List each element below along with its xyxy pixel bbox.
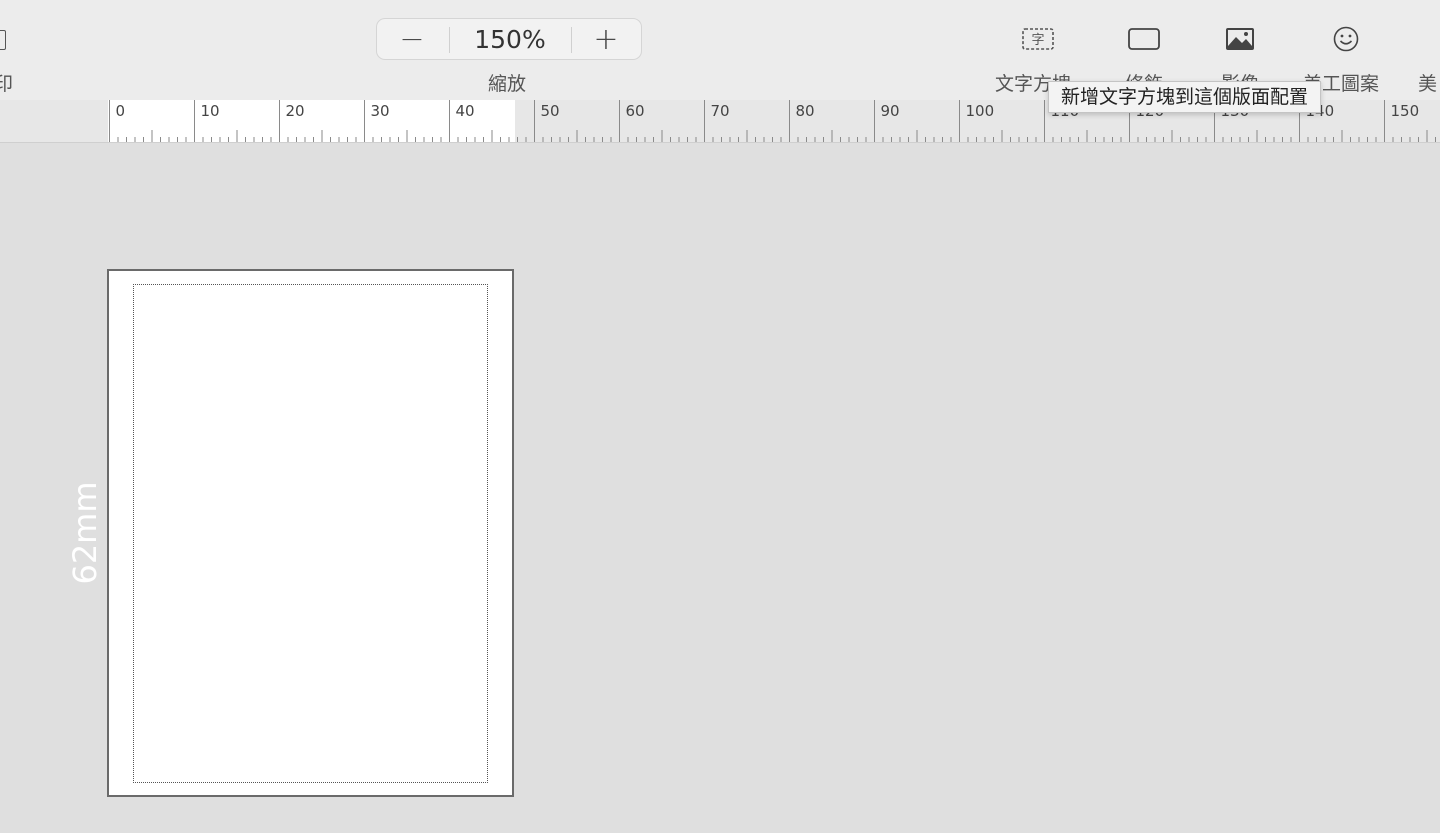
zoom-in-button[interactable]: + (571, 19, 641, 59)
label-height-dimension: 62mm (66, 481, 104, 585)
ruler-label: 20 (286, 102, 305, 120)
shape-icon[interactable] (1127, 24, 1161, 54)
add-text-box-tooltip: 新增文字方塊到這個版面配置 (1048, 81, 1322, 113)
ruler-label: 40 (456, 102, 475, 120)
ruler-label: 60 (626, 102, 645, 120)
ruler-label: 50 (541, 102, 560, 120)
label-page[interactable] (107, 269, 514, 797)
svg-text:字: 字 (1031, 33, 1044, 48)
print-icon[interactable] (0, 30, 6, 50)
zoom-label: 縮放 (487, 73, 526, 95)
zoom-value[interactable]: 150% (449, 19, 571, 59)
ruler-label: 0 (116, 102, 126, 120)
smiley-icon[interactable] (1329, 24, 1363, 54)
ruler-label: 30 (371, 102, 390, 120)
ruler-label: 150 (1391, 102, 1420, 120)
beautify-label: 美 (1418, 73, 1438, 95)
zoom-out-button[interactable]: − (377, 19, 447, 59)
printable-area (133, 284, 488, 783)
ruler-label: 10 (201, 102, 220, 120)
text-box-icon[interactable]: 字 (1021, 24, 1055, 54)
ruler-label: 90 (881, 102, 900, 120)
ruler-label: 80 (796, 102, 815, 120)
ruler-label: 100 (966, 102, 995, 120)
zoom-control: − 150% + (376, 18, 642, 60)
print-label: 印 (0, 73, 14, 95)
image-icon[interactable] (1223, 24, 1257, 54)
ruler-label: 70 (711, 102, 730, 120)
